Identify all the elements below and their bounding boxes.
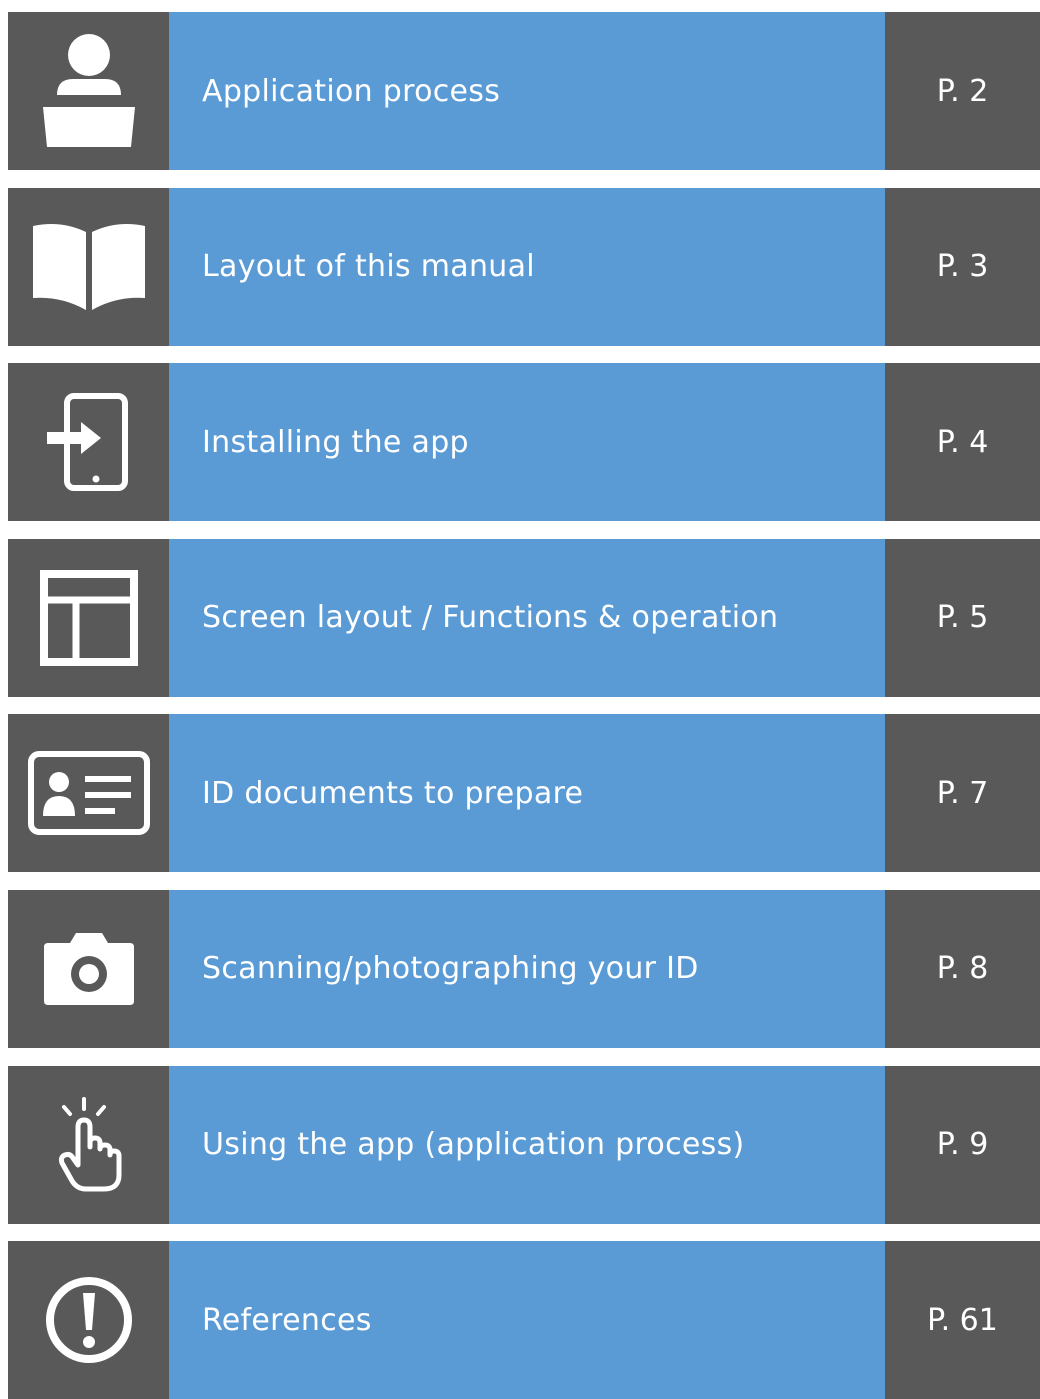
camera-icon: [43, 932, 134, 1005]
toc-item-installing-app[interactable]: Installing the app P. 4: [8, 363, 1040, 522]
toc-icon-cell: [8, 187, 169, 346]
table-of-contents: Application process P. 2 Layout of this …: [8, 12, 1040, 1399]
toc-item-layout-of-manual[interactable]: Layout of this manual P. 3: [8, 187, 1040, 346]
toc-item-screen-layout[interactable]: Screen layout / Functions & operation P.…: [8, 538, 1040, 697]
toc-icon-cell: [8, 12, 169, 170]
toc-item-page: P. 9: [885, 1065, 1040, 1224]
toc-item-title: Installing the app: [169, 363, 885, 522]
toc-item-page: P. 2: [885, 12, 1040, 170]
toc-item-title: Screen layout / Functions & operation: [169, 538, 885, 697]
toc-item-references[interactable]: References P. 61: [8, 1241, 1040, 1399]
toc-item-title: ID documents to prepare: [169, 714, 885, 873]
toc-item-page: P. 3: [885, 187, 1040, 346]
screen-layout-icon: [39, 569, 138, 666]
toc-item-page: P. 61: [885, 1241, 1040, 1399]
toc-item-page: P. 7: [885, 714, 1040, 873]
toc-item-title: Application process: [169, 12, 885, 170]
toc-icon-cell: [8, 363, 169, 522]
id-card-icon: [27, 751, 150, 836]
toc-icon-cell: [8, 889, 169, 1048]
open-book-icon: [32, 223, 145, 310]
toc-item-page: P. 5: [885, 538, 1040, 697]
tap-hand-icon: [58, 1096, 121, 1192]
toc-item-page: P. 4: [885, 363, 1040, 522]
toc-icon-cell: [8, 1241, 169, 1399]
toc-item-application-process[interactable]: Application process P. 2: [8, 12, 1040, 170]
toc-item-title: Layout of this manual: [169, 187, 885, 346]
toc-icon-cell: [8, 1065, 169, 1224]
toc-icon-cell: [8, 714, 169, 873]
toc-item-title: Using the app (application process): [169, 1065, 885, 1224]
toc-item-title: Scanning/photographing your ID: [169, 889, 885, 1048]
toc-item-id-documents[interactable]: ID documents to prepare P. 7: [8, 714, 1040, 873]
toc-item-page: P. 8: [885, 889, 1040, 1048]
phone-install-icon: [46, 393, 128, 492]
toc-item-using-app[interactable]: Using the app (application process) P. 9: [8, 1065, 1040, 1224]
toc-icon-cell: [8, 538, 169, 697]
toc-item-scanning-id[interactable]: Scanning/photographing your ID P. 8: [8, 889, 1040, 1048]
toc-item-title: References: [169, 1241, 885, 1399]
exclamation-circle-icon: [45, 1277, 132, 1364]
person-at-desk-icon: [42, 34, 135, 147]
